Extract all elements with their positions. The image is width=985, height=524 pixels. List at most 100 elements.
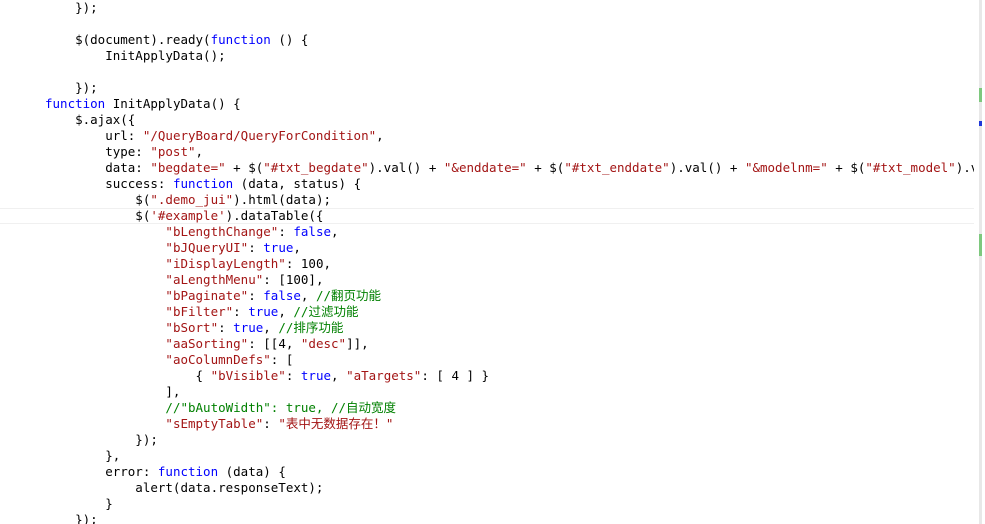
code-token-pln: [45, 400, 165, 415]
code-token-pln: [45, 304, 165, 319]
code-token-kw: function: [210, 32, 271, 47]
code-token-str: "desc": [300, 336, 347, 351]
code-token-str: "#txt_begdate": [263, 160, 369, 175]
code-editor[interactable]: }); $(document).ready(function () { Init…: [0, 0, 985, 524]
code-token-pln: [45, 320, 165, 335]
code-token-pln: : [: [270, 352, 294, 367]
code-line[interactable]: "bLengthChange": false,: [0, 224, 975, 240]
code-line[interactable]: "aoColumnDefs": [: [0, 352, 975, 368]
code-token-pln: ,: [331, 368, 347, 383]
code-token-pln: ]],: [346, 336, 369, 351]
scrollbar-track[interactable]: [979, 0, 982, 524]
code-token-pln: :: [263, 416, 279, 431]
code-line[interactable]: data: "begdate=" + $("#txt_begdate").val…: [0, 160, 975, 176]
code-token-pln: ,: [278, 304, 294, 319]
code-token-pln: : [[4,: [248, 336, 301, 351]
code-token-pln: [45, 416, 165, 431]
code-token-pln: $.ajax({: [45, 112, 136, 127]
code-line[interactable]: });: [0, 432, 975, 448]
code-line[interactable]: success: function (data, status) {: [0, 176, 975, 192]
code-token-pln: ).dataTable({: [225, 208, 324, 223]
code-line[interactable]: InitApplyData();: [0, 48, 975, 64]
code-token-pln: error:: [45, 464, 158, 479]
code-token-str: "bJQueryUI": [165, 240, 249, 255]
code-line[interactable]: "bFilter": true, //过滤功能: [0, 304, 975, 320]
code-token-pln: type:: [45, 144, 151, 159]
code-line[interactable]: });: [0, 512, 975, 524]
code-token-str: "bPaginate": [165, 288, 249, 303]
changed-line-mark: [979, 234, 982, 256]
code-token-pln: $(: [45, 208, 151, 223]
code-line[interactable]: function InitApplyData() {: [0, 96, 975, 112]
code-line[interactable]: }: [0, 496, 975, 512]
code-token-com: //翻页功能: [315, 288, 382, 303]
code-token-pln: },: [45, 448, 121, 463]
code-line[interactable]: });: [0, 80, 975, 96]
code-line[interactable]: error: function (data) {: [0, 464, 975, 480]
code-line-current[interactable]: $('#example').dataTable({: [0, 208, 975, 224]
code-line[interactable]: });: [0, 0, 975, 16]
code-token-pln: InitApplyData() {: [105, 96, 241, 111]
code-line[interactable]: },: [0, 448, 975, 464]
code-text-area[interactable]: }); $(document).ready(function () { Init…: [0, 0, 975, 524]
code-token-str: "表中无数据存在！": [278, 416, 394, 431]
code-line[interactable]: "iDisplayLength": 100,: [0, 256, 975, 272]
code-token-str: "aLengthMenu": [165, 272, 264, 287]
code-token-pln: + $(: [225, 160, 264, 175]
code-token-kw: true: [300, 368, 332, 383]
code-token-pln: ).html(data);: [233, 192, 331, 207]
code-token-str: "aaSorting": [165, 336, 249, 351]
code-token-str: "aTargets": [346, 368, 422, 383]
code-token-pln: $(: [45, 192, 151, 207]
code-token-pln: ,: [195, 144, 204, 159]
code-token-str: "/QueryBoard/QueryForCondition": [142, 128, 377, 143]
code-token-str: "iDisplayLength": [165, 256, 286, 271]
code-token-str: "bLengthChange": [165, 224, 279, 239]
code-line[interactable]: $(document).ready(function () {: [0, 32, 975, 48]
code-line[interactable]: $.ajax({: [0, 112, 975, 128]
code-token-pln: ,: [263, 320, 279, 335]
code-line[interactable]: //"bAutoWidth": true, //自动宽度: [0, 400, 975, 416]
code-line[interactable]: alert(data.responseText);: [0, 480, 975, 496]
code-token-pln: [45, 224, 165, 239]
code-token-pln: :: [278, 224, 294, 239]
code-line[interactable]: $(".demo_jui").html(data);: [0, 192, 975, 208]
code-line[interactable]: { "bVisible": true, "aTargets": [ 4 ] }: [0, 368, 975, 384]
code-token-str: '#example': [150, 208, 226, 223]
code-token-pln: () {: [270, 32, 309, 47]
code-token-pln: ).val() +: [669, 160, 745, 175]
code-line[interactable]: [0, 64, 975, 80]
code-line[interactable]: url: "/QueryBoard/QueryForCondition",: [0, 128, 975, 144]
code-token-pln: success:: [45, 176, 173, 191]
code-line[interactable]: [0, 16, 975, 32]
code-token-str: "begdate=": [150, 160, 226, 175]
code-line[interactable]: ],: [0, 384, 975, 400]
code-token-pln: : 100,: [285, 256, 331, 271]
code-token-pln: (data) {: [218, 464, 286, 479]
code-token-pln: }: [45, 496, 113, 511]
code-line[interactable]: "aaSorting": [[4, "desc"]],: [0, 336, 975, 352]
code-token-str: "post": [150, 144, 196, 159]
code-token-pln: });: [45, 432, 158, 447]
code-token-pln: :: [248, 240, 264, 255]
code-token-pln: (data, status) {: [233, 176, 362, 191]
code-token-com: //"bAutoWidth": true, //自动宽度: [165, 400, 397, 415]
code-line[interactable]: "bPaginate": false, //翻页功能: [0, 288, 975, 304]
code-line[interactable]: "aLengthMenu": [100],: [0, 272, 975, 288]
code-line[interactable]: "bJQueryUI": true,: [0, 240, 975, 256]
code-token-kw: function: [45, 96, 106, 111]
code-token-pln: ).val() +: [368, 160, 444, 175]
vertical-scrollbar[interactable]: [975, 0, 985, 524]
code-token-pln: + $(: [526, 160, 565, 175]
code-token-pln: ,: [376, 128, 384, 143]
code-line[interactable]: "sEmptyTable": "表中无数据存在！": [0, 416, 975, 432]
code-token-kw: function: [157, 464, 219, 479]
code-line[interactable]: "bSort": true, //排序功能: [0, 320, 975, 336]
code-line[interactable]: type: "post",: [0, 144, 975, 160]
code-token-pln: [45, 240, 165, 255]
code-token-pln: :: [218, 320, 234, 335]
code-token-pln: ,: [331, 224, 339, 239]
code-token-pln: {: [45, 368, 211, 383]
code-token-str: "bFilter": [165, 304, 234, 319]
code-token-pln: : [100],: [263, 272, 324, 287]
